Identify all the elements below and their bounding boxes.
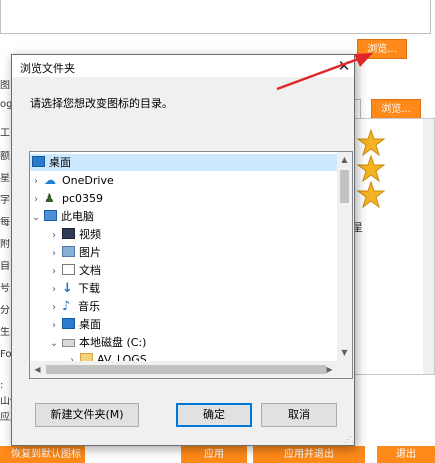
browse-button-second[interactable]: 浏览... <box>371 99 421 119</box>
computer-icon <box>44 210 57 221</box>
exit-button[interactable]: 退出 <box>377 446 435 463</box>
resize-grip-icon[interactable]: ⋰⋰ <box>344 435 359 444</box>
browse-folder-dialog: 浏览文件夹 ✕ 请选择您想改变图标的目录。 桌面 › ☁ OneDrive › ♟ pc… <box>11 54 359 446</box>
browse-button-top[interactable]: 浏览... <box>357 39 407 59</box>
tree-item-label: 图片 <box>79 246 101 259</box>
chevron-right-icon[interactable]: › <box>30 191 42 208</box>
download-icon: ↓ <box>62 281 73 296</box>
scroll-right-icon[interactable]: ▶ <box>322 362 337 378</box>
tree-horizontal-scrollbar[interactable]: ◀ ▶ <box>30 361 337 378</box>
vertical-scroll-thumb[interactable] <box>340 170 349 203</box>
dialog-titlebar[interactable]: 浏览文件夹 ✕ <box>12 55 354 77</box>
tree-item-onedrive[interactable]: › ☁ OneDrive <box>30 172 114 189</box>
dialog-title: 浏览文件夹 <box>20 62 75 75</box>
scroll-down-icon[interactable]: ▼ <box>337 345 352 361</box>
tree-item-music[interactable]: › ♪ 音乐 <box>48 298 100 315</box>
tree-item-desktop[interactable]: 桌面 <box>30 154 337 171</box>
chevron-right-icon[interactable]: › <box>48 245 60 262</box>
cancel-button[interactable]: 取消 <box>261 403 337 427</box>
ok-button[interactable]: 确定 <box>176 403 252 427</box>
scrollbar-corner <box>337 361 352 378</box>
chevron-down-icon[interactable]: ⌄ <box>48 335 60 352</box>
tree-item-desktop-sub[interactable]: › 桌面 <box>48 316 101 333</box>
apply-and-exit-button[interactable]: 应用并退出 <box>253 446 365 463</box>
cloud-icon: ☁ <box>44 173 56 187</box>
tree-item-label: 桌面 <box>49 156 71 169</box>
chevron-right-icon[interactable]: › <box>48 227 60 244</box>
tree-item-label: 音乐 <box>78 300 100 313</box>
desktop-icon <box>32 156 45 167</box>
tree-item-label: pc0359 <box>62 192 104 205</box>
tree-item-label: 视频 <box>79 228 101 241</box>
close-icon[interactable]: ✕ <box>334 56 354 76</box>
user-icon: ♟ <box>44 191 55 205</box>
tree-item-documents[interactable]: › 文档 <box>48 262 101 279</box>
chevron-right-icon[interactable]: › <box>48 299 60 316</box>
tree-item-label: 下载 <box>78 282 100 295</box>
restore-default-icon-button[interactable]: 恢复到默认图标 <box>0 446 85 463</box>
tree-item-label: 此电脑 <box>61 210 94 223</box>
chevron-right-icon[interactable]: › <box>48 263 60 280</box>
tree-item-pictures[interactable]: › 图片 <box>48 244 101 261</box>
chevron-right-icon[interactable]: › <box>48 281 60 298</box>
chevron-down-icon[interactable]: ⌄ <box>30 209 42 226</box>
scroll-left-icon[interactable]: ◀ <box>30 362 45 378</box>
tree-item-local-disk-c[interactable]: ⌄ 本地磁盘 (C:) <box>48 334 147 352</box>
new-folder-button[interactable]: 新建文件夹(M) <box>35 403 139 427</box>
music-icon: ♪ <box>62 299 71 314</box>
top-text-area[interactable] <box>0 0 431 34</box>
tree-item-user[interactable]: › ♟ pc0359 <box>30 190 103 207</box>
chevron-right-icon[interactable]: › <box>48 317 60 334</box>
tree-item-label: OneDrive <box>62 174 114 187</box>
tree-item-downloads[interactable]: › ↓ 下载 <box>48 280 100 297</box>
apply-button[interactable]: 应用 <box>181 446 247 463</box>
tree-vertical-scrollbar[interactable]: ▲ ▼ <box>337 152 352 361</box>
pictures-folder-icon <box>62 246 75 257</box>
scroll-up-icon[interactable]: ▲ <box>337 152 352 168</box>
preview-scrollbar[interactable] <box>423 119 434 374</box>
chevron-right-icon[interactable]: › <box>30 173 42 190</box>
dialog-prompt: 请选择您想改变图标的目录。 <box>30 97 173 110</box>
tree-item-label: 桌面 <box>79 318 101 331</box>
tree-item-label: 文档 <box>79 264 101 277</box>
tree-item-label: 本地磁盘 (C:) <box>79 336 147 349</box>
documents-folder-icon <box>62 264 75 275</box>
folder-tree[interactable]: 桌面 › ☁ OneDrive › ♟ pc0359 ⌄ 此电脑 › 视频 › 图片 › 文档 … <box>29 151 353 379</box>
tree-item-this-pc[interactable]: ⌄ 此电脑 <box>30 208 94 225</box>
video-folder-icon <box>62 228 75 239</box>
star-icon <box>356 128 386 208</box>
drive-icon <box>62 339 75 347</box>
horizontal-scroll-thumb[interactable] <box>46 365 326 374</box>
desktop-icon <box>62 318 75 329</box>
tree-item-videos[interactable]: › 视频 <box>48 226 101 243</box>
